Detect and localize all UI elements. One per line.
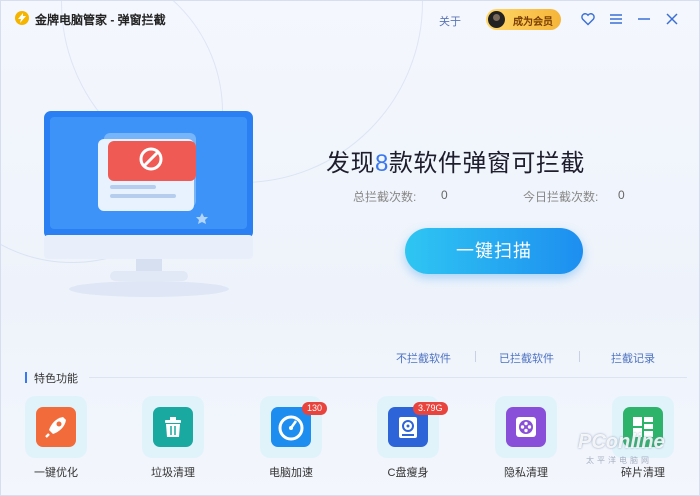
- total-block-value: 0: [441, 188, 448, 202]
- total-block-label: 总拦截次数:: [353, 190, 417, 204]
- film-reel-icon: [506, 407, 546, 447]
- feature-label: 隐私清理: [504, 467, 548, 479]
- headline: 发现8款软件弹窗可拦截: [326, 143, 585, 178]
- monitor-illustration: [44, 111, 254, 301]
- feature-one-click-optimize[interactable]: [25, 396, 87, 458]
- app-logo-icon: [15, 11, 29, 25]
- feature-label: C盘瘦身: [387, 467, 429, 479]
- feature-pc-speedup[interactable]: 130: [260, 396, 328, 458]
- title-bar: 金牌电脑管家 - 弹窗拦截 关于 成为会员: [1, 1, 699, 37]
- feature-junk-clean[interactable]: [142, 396, 204, 458]
- avatar: [488, 11, 505, 28]
- trash-icon: [153, 407, 193, 447]
- window-title: 金牌电脑管家 - 弹窗拦截: [35, 13, 166, 27]
- menu-icon[interactable]: [608, 11, 624, 27]
- headline-count: 8: [375, 150, 389, 177]
- feature-c-drive-slim[interactable]: 3.79G: [377, 396, 448, 458]
- one-click-scan-button[interactable]: 一键扫描: [405, 228, 583, 274]
- block-records-link[interactable]: 拦截记录: [611, 350, 655, 366]
- feature-label: 一键优化: [34, 467, 78, 479]
- divider: [475, 351, 476, 362]
- headline-suffix: 款软件弹窗可拦截: [388, 150, 585, 177]
- section-marker: [25, 372, 27, 383]
- feature-label: 碎片清理: [621, 467, 665, 479]
- headline-prefix: 发现: [326, 150, 375, 177]
- member-label: 成为会员: [513, 17, 553, 28]
- today-block-value: 0: [618, 188, 625, 202]
- feature-label: 电脑加速: [269, 467, 313, 479]
- feature-label: 垃圾清理: [151, 467, 195, 479]
- watermark-logo: PConline: [578, 431, 665, 453]
- today-block-label: 今日拦截次数:: [523, 190, 599, 204]
- blocked-software-link[interactable]: 已拦截软件: [499, 350, 554, 366]
- minimize-icon[interactable]: [636, 11, 652, 27]
- speedup-badge: 130: [302, 402, 328, 415]
- close-icon[interactable]: [664, 11, 680, 27]
- c-drive-badge: 3.79G: [413, 402, 448, 415]
- divider: [89, 377, 687, 378]
- about-link[interactable]: 关于: [439, 13, 461, 29]
- features-title: 特色功能: [34, 373, 78, 385]
- heart-icon[interactable]: [580, 11, 596, 27]
- divider: [579, 351, 580, 362]
- feature-privacy-clean[interactable]: [495, 396, 557, 458]
- become-member-button[interactable]: 成为会员: [486, 9, 561, 30]
- not-blocked-software-link[interactable]: 不拦截软件: [396, 350, 451, 366]
- app-window: 金牌电脑管家 - 弹窗拦截 关于 成为会员 发现8款软件弹窗可拦截 总拦截次数:…: [0, 0, 700, 496]
- rocket-icon: [36, 407, 76, 447]
- watermark-sub: 太平洋电脑网: [586, 456, 652, 465]
